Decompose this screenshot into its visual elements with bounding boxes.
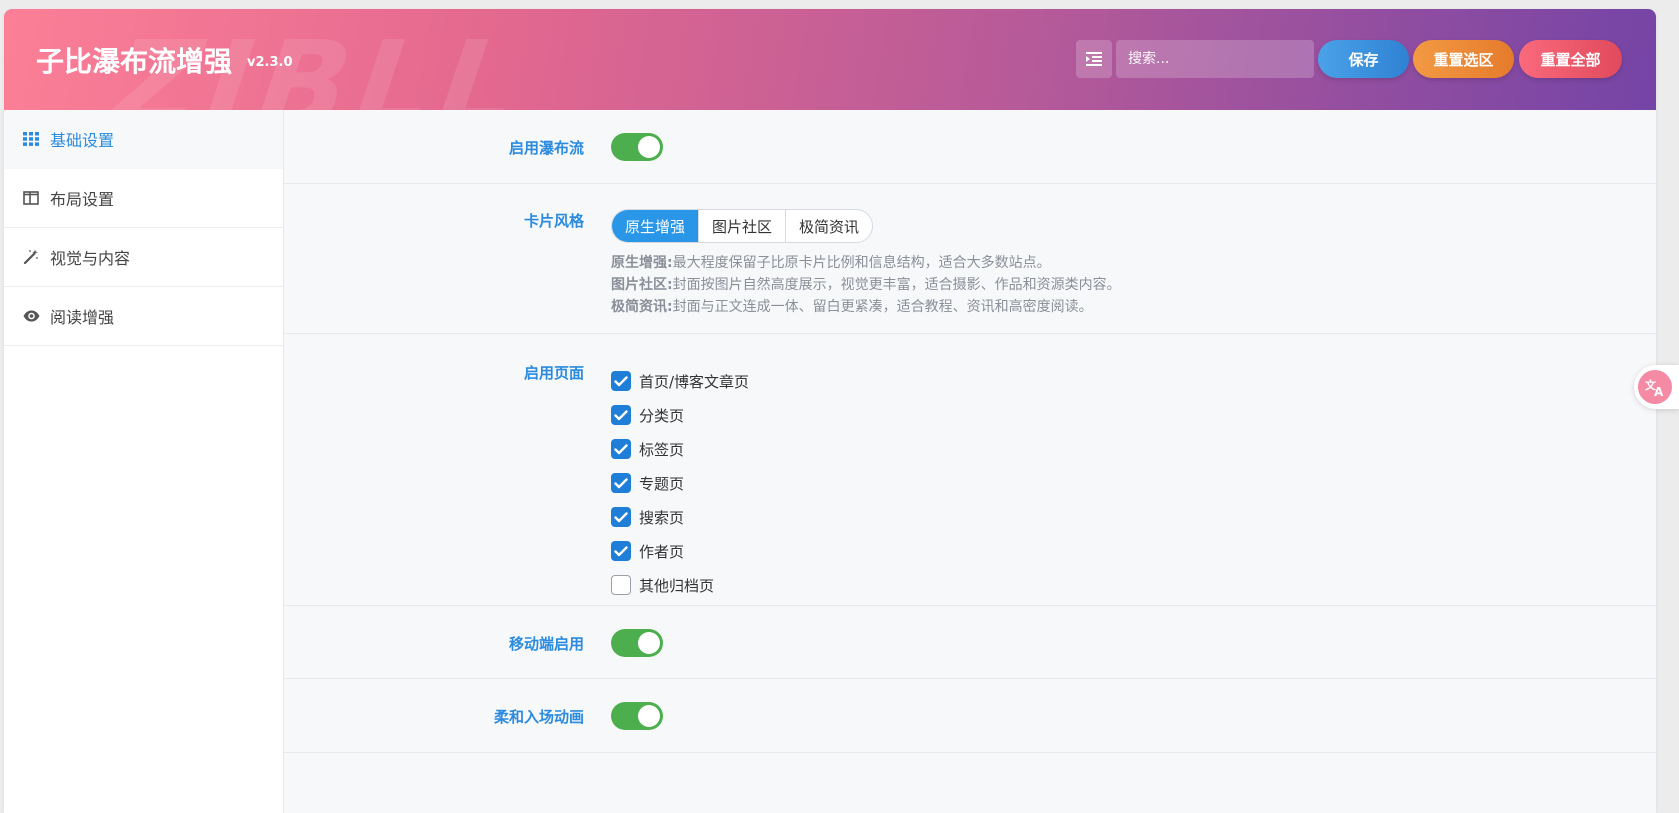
checkbox-search[interactable]: 搜索页 [611, 500, 749, 534]
translate-float-button[interactable]: 文 A [1634, 365, 1679, 409]
settings-panel: ZIBLL 子比瀑布流增强 v2.3.0 保存 重置选区 重置全部 [4, 9, 1656, 813]
checkbox-checked-icon[interactable] [611, 405, 631, 425]
sidebar-item-label: 阅读增强 [50, 308, 115, 327]
svg-text:A: A [1654, 385, 1664, 397]
reset-all-button[interactable]: 重置全部 [1519, 40, 1622, 78]
setting-row-enable-waterfall: 启用瀑布流 [284, 110, 1656, 184]
settings-content: 启用瀑布流 卡片风格 原生增强 图片社区 极简资讯 原生增强:最大程度保留子比原… [284, 110, 1656, 813]
checkbox-checked-icon[interactable] [611, 541, 631, 561]
description-line: 极简资讯:封面与正文连成一体、留白更紧凑，适合教程、资讯和高密度阅读。 [611, 299, 1093, 315]
checkbox-checked-icon[interactable] [611, 371, 631, 391]
sidebar-item-label: 布局设置 [50, 190, 115, 209]
sidebar-item-layout-settings[interactable]: 布局设置 [4, 169, 283, 228]
checkbox-label: 标签页 [639, 440, 685, 459]
reset-section-button[interactable]: 重置选区 [1413, 40, 1514, 78]
checkbox-home[interactable]: 首页/博客文章页 [611, 364, 749, 398]
setting-row-soft-animation: 柔和入场动画 [284, 679, 1656, 753]
setting-row-mobile-enable: 移动端启用 [284, 606, 1656, 679]
setting-label: 启用瀑布流 [508, 139, 584, 157]
checkbox-label: 搜索页 [639, 508, 685, 527]
app-title: 子比瀑布流增强 [36, 45, 233, 78]
checkbox-label: 专题页 [639, 474, 685, 493]
setting-label: 卡片风格 [523, 212, 584, 230]
checkbox-checked-icon[interactable] [611, 473, 631, 493]
checkbox-checked-icon[interactable] [611, 507, 631, 527]
sidebar: 基础设置 布局设置 视觉与内容 阅读增强 [4, 110, 284, 813]
mobile-enable-toggle[interactable] [611, 629, 663, 657]
indent-icon [1086, 52, 1102, 66]
setting-row-card-style: 卡片风格 原生增强 图片社区 极简资讯 原生增强:最大程度保留子比原卡片比例和信… [284, 184, 1656, 334]
checkbox-tag[interactable]: 标签页 [611, 432, 749, 466]
magic-wand-icon [22, 249, 40, 265]
setting-label: 启用页面 [523, 364, 584, 382]
description-line: 原生增强:最大程度保留子比原卡片比例和信息结构，适合大多数站点。 [611, 255, 1051, 271]
sidebar-item-reading-enhance[interactable]: 阅读增强 [4, 287, 283, 346]
card-style-option-minimal[interactable]: 极简资讯 [786, 210, 872, 242]
description-line: 图片社区:封面按图片自然高度展示，视觉更丰富，适合摄影、作品和资源类内容。 [611, 277, 1121, 293]
setting-label: 柔和入场动画 [493, 708, 584, 726]
checkbox-other-archive[interactable]: 其他归档页 [611, 568, 749, 602]
enabled-pages-checklist: 首页/博客文章页 分类页 标签页 专题页 搜索页 作者页 其他归档页 [611, 364, 749, 602]
card-style-option-native[interactable]: 原生增强 [612, 210, 700, 242]
grid-icon [22, 131, 40, 147]
checkbox-label: 分类页 [639, 406, 685, 425]
checkbox-checked-icon[interactable] [611, 439, 631, 459]
checkbox-topic[interactable]: 专题页 [611, 466, 749, 500]
soft-animation-toggle[interactable] [611, 702, 663, 730]
checkbox-category[interactable]: 分类页 [611, 398, 749, 432]
translate-icon: 文 A [1638, 370, 1672, 404]
card-style-selector: 原生增强 图片社区 极简资讯 [611, 209, 874, 243]
setting-label: 移动端启用 [508, 635, 584, 653]
enable-waterfall-toggle[interactable] [611, 133, 663, 161]
checkbox-label: 作者页 [639, 542, 685, 561]
setting-row-enabled-pages: 启用页面 首页/博客文章页 分类页 标签页 专题页 搜索页 作者页 其他归档页 [284, 334, 1656, 606]
search-input[interactable] [1116, 40, 1314, 78]
collapse-menu-button[interactable] [1076, 40, 1112, 78]
checkbox-label: 其他归档页 [639, 576, 715, 595]
checkbox-unchecked-icon[interactable] [611, 575, 631, 595]
checkbox-author[interactable]: 作者页 [611, 534, 749, 568]
header: ZIBLL 子比瀑布流增强 v2.3.0 保存 重置选区 重置全部 [4, 9, 1656, 110]
save-button[interactable]: 保存 [1318, 40, 1409, 78]
columns-icon [22, 190, 40, 206]
sidebar-item-visual-content[interactable]: 视觉与内容 [4, 228, 283, 287]
checkbox-label: 首页/博客文章页 [639, 372, 750, 391]
sidebar-item-label: 基础设置 [50, 131, 115, 150]
sidebar-item-label: 视觉与内容 [50, 249, 131, 268]
sidebar-item-basic-settings[interactable]: 基础设置 [4, 110, 283, 169]
card-style-option-gallery[interactable]: 图片社区 [699, 210, 787, 242]
version-label: v2.3.0 [247, 55, 293, 70]
card-style-description: 原生增强:最大程度保留子比原卡片比例和信息结构，适合大多数站点。 图片社区:封面… [611, 252, 1121, 318]
eye-icon [22, 308, 40, 324]
